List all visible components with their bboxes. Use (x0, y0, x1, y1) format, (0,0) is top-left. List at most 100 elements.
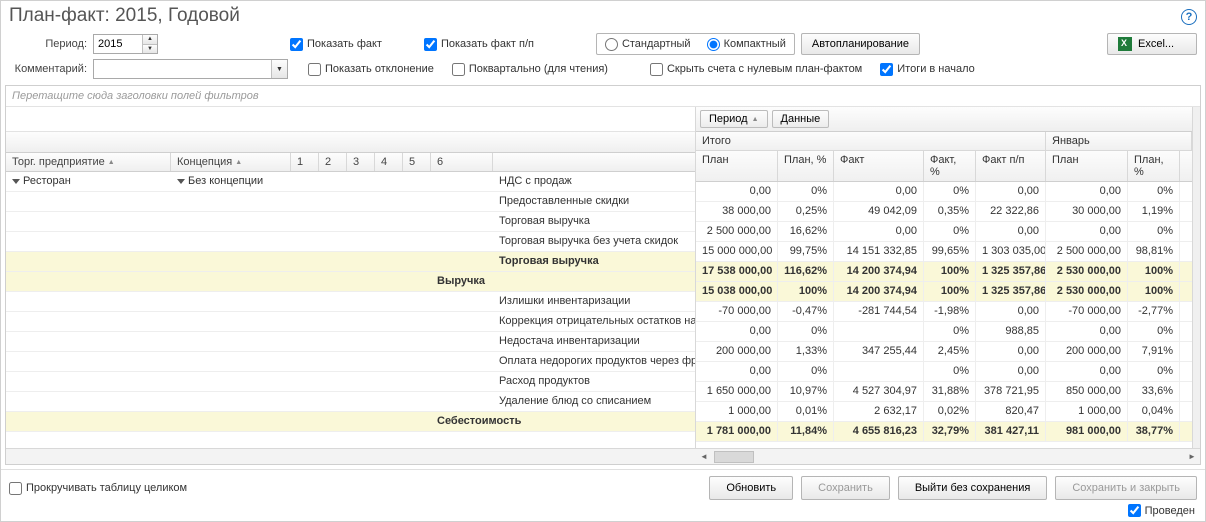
expand-icon[interactable] (12, 179, 20, 184)
col-enterprise[interactable]: Торг. предприятие ▲ (6, 153, 171, 171)
data-cell[interactable]: 0% (1128, 322, 1180, 341)
chevron-down-icon[interactable]: ▼ (271, 60, 287, 78)
horizontal-scrollbar[interactable]: ◄ ► (6, 448, 1200, 464)
data-cell[interactable]: 99,75% (778, 242, 834, 261)
data-cell[interactable]: 0% (1128, 362, 1180, 381)
table-row[interactable]: 0,000%0,000%0,000,000% (696, 182, 1192, 202)
data-cell[interactable]: 38,77% (1128, 422, 1180, 441)
data-cell[interactable]: 32,79% (924, 422, 976, 441)
data-cell[interactable]: 347 255,44 (834, 342, 924, 361)
col-plan[interactable]: План (696, 151, 778, 181)
data-cell[interactable]: 0% (924, 222, 976, 241)
data-cell[interactable]: -1,98% (924, 302, 976, 321)
table-row[interactable]: 15 000 000,0099,75%14 151 332,8599,65%1 … (696, 242, 1192, 262)
data-cell[interactable]: 0,00 (976, 222, 1046, 241)
comment-combo[interactable]: ▼ (93, 59, 288, 79)
refresh-button[interactable]: Обновить (709, 476, 793, 500)
data-cell[interactable]: 100% (1128, 262, 1180, 281)
spin-up-icon[interactable]: ▲ (143, 35, 157, 45)
col-3[interactable]: 3 (347, 153, 375, 171)
data-cell[interactable]: 98,81% (1128, 242, 1180, 261)
data-cell[interactable]: 15 038 000,00 (696, 282, 778, 301)
data-cell[interactable]: 7,91% (1128, 342, 1180, 361)
data-cell[interactable]: 0% (924, 322, 976, 341)
data-cell[interactable]: 16,62% (778, 222, 834, 241)
excel-button[interactable]: Excel... (1107, 33, 1197, 55)
exit-nosave-button[interactable]: Выйти без сохранения (898, 476, 1048, 500)
col-1[interactable]: 1 (291, 153, 319, 171)
data-cell[interactable]: 0,00 (976, 342, 1046, 361)
data-cell[interactable]: -70 000,00 (696, 302, 778, 321)
table-row[interactable]: Торговая выручка без учета скидок (6, 232, 695, 252)
data-cell[interactable]: 11,84% (778, 422, 834, 441)
table-row[interactable]: Удаление блюд со списанием (6, 392, 695, 412)
data-cell[interactable]: 850 000,00 (1046, 382, 1128, 401)
table-row[interactable]: РесторанБез концепцииНДС с продаж (6, 172, 695, 192)
period-input[interactable] (94, 35, 142, 53)
col-jan-plan-pct[interactable]: План, % (1128, 151, 1180, 181)
data-cell[interactable]: 17 538 000,00 (696, 262, 778, 281)
data-cell[interactable]: -281 744,54 (834, 302, 924, 321)
table-row[interactable]: 200 000,001,33%347 255,442,45%0,00200 00… (696, 342, 1192, 362)
data-cell[interactable] (834, 322, 924, 341)
data-cell[interactable]: 2 500 000,00 (696, 222, 778, 241)
data-cell[interactable]: 0,00 (834, 222, 924, 241)
table-row[interactable]: Расход продуктов (6, 372, 695, 392)
data-cell[interactable]: 0% (778, 362, 834, 381)
data-cell[interactable]: 1 000,00 (696, 402, 778, 421)
autoplan-button[interactable]: Автопланирование (801, 33, 920, 55)
posted-checkbox[interactable]: Проведен (1128, 504, 1195, 517)
data-cell[interactable]: 0,00 (696, 322, 778, 341)
table-row[interactable]: Торговая выручка (6, 252, 695, 272)
data-cell[interactable]: 0,00 (1046, 182, 1128, 201)
period-spinner[interactable]: ▲ ▼ (93, 34, 158, 54)
col-fact-pp[interactable]: Факт п/п (976, 151, 1046, 181)
data-cell[interactable]: 0,01% (778, 402, 834, 421)
concept-cell[interactable]: Без концепции (171, 172, 291, 191)
data-cell[interactable]: 1 781 000,00 (696, 422, 778, 441)
table-row[interactable]: 1 000,000,01%2 632,170,02%820,471 000,00… (696, 402, 1192, 422)
data-cell[interactable]: 200 000,00 (1046, 342, 1128, 361)
data-cell[interactable]: 0,00 (1046, 362, 1128, 381)
totals-first-checkbox[interactable]: Итоги в начало (880, 63, 975, 76)
table-row[interactable]: Излишки инвентаризации (6, 292, 695, 312)
table-row[interactable]: 0,000%0%0,000,000% (696, 362, 1192, 382)
show-fact-checkbox[interactable]: Показать факт (290, 38, 382, 51)
col-jan-plan[interactable]: План (1046, 151, 1128, 181)
scroll-thumb[interactable] (714, 451, 754, 463)
table-row[interactable]: 17 538 000,00116,62%14 200 374,94100%1 3… (696, 262, 1192, 282)
data-cell[interactable]: 38 000,00 (696, 202, 778, 221)
table-row[interactable]: 15 038 000,00100%14 200 374,94100%1 325 … (696, 282, 1192, 302)
data-cell[interactable]: 0,04% (1128, 402, 1180, 421)
data-cell[interactable]: 0,00 (1046, 222, 1128, 241)
data-cell[interactable]: 2 530 000,00 (1046, 262, 1128, 281)
data-cell[interactable]: 22 322,86 (976, 202, 1046, 221)
expand-icon[interactable] (177, 179, 185, 184)
data-cell[interactable]: 0,00 (1046, 322, 1128, 341)
data-cell[interactable]: 30 000,00 (1046, 202, 1128, 221)
data-cell[interactable]: 0,02% (924, 402, 976, 421)
vertical-scrollbar[interactable] (1192, 107, 1200, 448)
table-row[interactable]: 38 000,000,25%49 042,090,35%22 322,8630 … (696, 202, 1192, 222)
quarterly-checkbox[interactable]: Поквартально (для чтения) (452, 63, 608, 76)
data-cell[interactable]: 4 527 304,97 (834, 382, 924, 401)
data-cell[interactable]: 988,85 (976, 322, 1046, 341)
data-cell[interactable]: 14 200 374,94 (834, 282, 924, 301)
col-concept[interactable]: Концепция ▲ (171, 153, 291, 171)
data-cell[interactable]: 200 000,00 (696, 342, 778, 361)
data-cell[interactable]: 4 655 816,23 (834, 422, 924, 441)
data-cell[interactable]: 0% (778, 182, 834, 201)
spin-down-icon[interactable]: ▼ (143, 45, 157, 54)
data-cell[interactable]: 99,65% (924, 242, 976, 261)
data-cell[interactable]: -2,77% (1128, 302, 1180, 321)
data-cell[interactable]: 1,33% (778, 342, 834, 361)
col-fact-pct[interactable]: Факт, % (924, 151, 976, 181)
scroll-whole-checkbox[interactable]: Прокручивать таблицу целиком (9, 482, 187, 495)
col-fact[interactable]: Факт (834, 151, 924, 181)
help-icon[interactable]: ? (1181, 9, 1197, 25)
data-cell[interactable]: 820,47 (976, 402, 1046, 421)
table-row[interactable]: Себестоимость (6, 412, 695, 432)
data-cell[interactable]: 31,88% (924, 382, 976, 401)
data-cell[interactable]: 1 325 357,86 (976, 282, 1046, 301)
data-cell[interactable]: 2 632,17 (834, 402, 924, 421)
